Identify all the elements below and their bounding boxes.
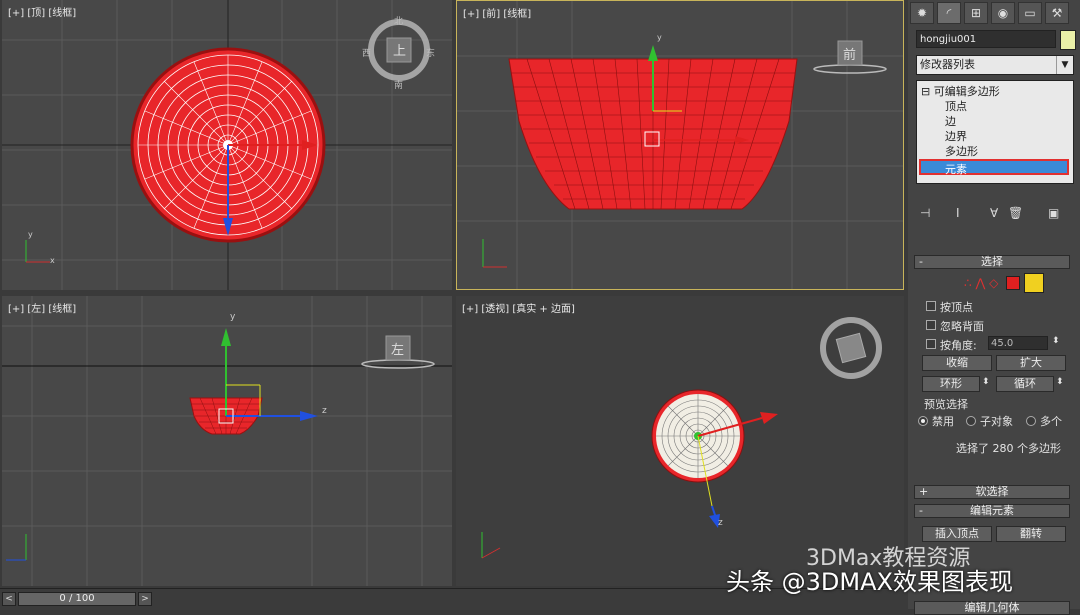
- gizmo-y-label: y: [230, 312, 236, 322]
- watermark-author: 头条 @3DMAX效果图表现: [726, 568, 1013, 596]
- ignore-backface-label: 忽略背面: [940, 320, 984, 333]
- gizmo-y-label: y: [657, 33, 662, 42]
- hierarchy-tab-icon[interactable]: ⊞: [964, 2, 988, 24]
- preview-selection-title: 预览选择: [924, 398, 968, 411]
- compass-west: 西: [362, 49, 372, 59]
- ring-spinner-icon[interactable]: ⬍: [982, 377, 990, 387]
- preview-subobject-radio[interactable]: [966, 416, 976, 426]
- loop-spinner-icon[interactable]: ⬍: [1056, 377, 1064, 387]
- grow-button[interactable]: 扩大: [996, 355, 1066, 371]
- by-vertex-label: 按顶点: [940, 301, 973, 314]
- axis-y-label: y: [28, 230, 33, 239]
- by-angle-checkbox[interactable]: [926, 339, 936, 349]
- stack-toolbar: ⊣ Ⅰ ∀ 🗑 ▣: [916, 206, 1074, 224]
- display-tab-icon[interactable]: ▭: [1018, 2, 1042, 24]
- compass-north: 北: [394, 17, 404, 27]
- viewcube-top-face[interactable]: 上: [393, 40, 406, 59]
- modifier-list-label: 修改器列表: [920, 58, 975, 71]
- remove-modifier-icon[interactable]: 🗑: [1008, 206, 1023, 220]
- motion-tab-icon[interactable]: ◉: [991, 2, 1015, 24]
- by-angle-label: 按角度:: [940, 339, 977, 352]
- edit-geometry-rollout-header[interactable]: 编辑几何体: [914, 601, 1070, 615]
- loop-button[interactable]: 循环: [996, 376, 1054, 392]
- stack-root-item[interactable]: ⊟ 可编辑多边形: [921, 83, 1000, 99]
- viewport-left-label[interactable]: [+] [左] [线框]: [8, 300, 76, 315]
- ignore-backface-checkbox[interactable]: [926, 320, 936, 330]
- ring-button[interactable]: 环形: [922, 376, 980, 392]
- stack-item-polygon[interactable]: 多边形: [945, 143, 978, 159]
- command-panel: ✹ ◜ ⊞ ◉ ▭ ⚒ hongjiu001 修改器列表 ▼ ⊟ 可编辑多边形 …: [908, 0, 1080, 615]
- gizmo-z-label: z: [718, 518, 723, 528]
- stack-item-edge[interactable]: 边: [945, 113, 956, 129]
- selection-rollout-header[interactable]: - 选择: [914, 255, 1070, 269]
- polygon-subobject-icon[interactable]: [1006, 276, 1020, 290]
- viewport-front-label[interactable]: [+] [前] [线框]: [463, 5, 531, 20]
- preview-disabled-radio[interactable]: [918, 416, 928, 426]
- chevron-down-icon[interactable]: ▼: [1056, 56, 1073, 74]
- front-view-canvas: [457, 1, 903, 289]
- by-vertex-checkbox[interactable]: [926, 301, 936, 311]
- angle-spinner[interactable]: 45.0: [988, 336, 1048, 350]
- top-view-canvas: [2, 0, 452, 290]
- create-tab-icon[interactable]: ✹: [910, 2, 934, 24]
- modify-tab-icon[interactable]: ◜: [937, 2, 961, 24]
- viewport-persp-label[interactable]: [+] [透视] [真实 + 边面]: [462, 300, 575, 315]
- object-color-swatch[interactable]: [1060, 30, 1076, 50]
- shrink-button[interactable]: 收缩: [922, 355, 992, 371]
- viewport-front[interactable]: [+] [前] [线框] 前 y: [456, 0, 904, 290]
- modifier-list-dropdown[interactable]: 修改器列表 ▼: [916, 55, 1074, 75]
- selection-status-text: 选择了 280 个多边形: [956, 442, 1061, 455]
- gizmo-z-label: z: [322, 406, 327, 416]
- viewport-left[interactable]: [+] [左] [线框] 左 y z: [2, 296, 452, 586]
- preview-disabled-label: 禁用: [932, 415, 954, 428]
- subobject-icons[interactable]: ∴ ⋀ ◇: [964, 276, 998, 290]
- soft-selection-rollout-header[interactable]: + 软选择: [914, 485, 1070, 499]
- viewcube-front-face[interactable]: 前: [843, 44, 856, 63]
- time-slider[interactable]: 0 / 100: [18, 592, 136, 606]
- viewcube-left-face[interactable]: 左: [391, 339, 404, 358]
- viewport-top-label[interactable]: [+] [顶] [线框]: [8, 4, 76, 19]
- preview-multiple-radio[interactable]: [1026, 416, 1036, 426]
- modifier-stack[interactable]: ⊟ 可编辑多边形 顶点 边 边界 多边形 元素: [916, 80, 1074, 184]
- make-unique-icon[interactable]: ∀: [990, 206, 998, 220]
- axis-x-label: x: [50, 256, 55, 265]
- viewport-top[interactable]: [+] [顶] [线框] 上 北 南 东 西 y x: [2, 0, 452, 290]
- preview-multiple-label: 多个: [1040, 415, 1062, 428]
- stack-item-element[interactable]: 元素: [919, 159, 1069, 176]
- compass-south: 南: [394, 81, 404, 91]
- object-name-field[interactable]: hongjiu001: [916, 30, 1056, 48]
- timeline-next-button[interactable]: >: [138, 592, 152, 606]
- panel-tabs: ✹ ◜ ⊞ ◉ ▭ ⚒: [908, 0, 1080, 26]
- left-view-canvas: [2, 296, 452, 586]
- stack-item-border[interactable]: 边界: [945, 128, 967, 144]
- edit-elements-rollout-header[interactable]: - 编辑元素: [914, 504, 1070, 518]
- show-end-result-icon[interactable]: Ⅰ: [956, 206, 960, 220]
- spinner-arrows-icon[interactable]: ⬍: [1052, 336, 1060, 346]
- preview-subobject-label: 子对象: [980, 415, 1013, 428]
- configure-sets-icon[interactable]: ▣: [1048, 206, 1059, 220]
- timeline-prev-button[interactable]: <: [2, 592, 16, 606]
- flip-button[interactable]: 翻转: [996, 526, 1066, 542]
- element-subobject-icon[interactable]: [1024, 273, 1044, 293]
- utilities-tab-icon[interactable]: ⚒: [1045, 2, 1069, 24]
- stack-item-vertex[interactable]: 顶点: [945, 98, 967, 114]
- compass-east: 东: [426, 49, 436, 59]
- pin-stack-icon[interactable]: ⊣: [920, 206, 930, 220]
